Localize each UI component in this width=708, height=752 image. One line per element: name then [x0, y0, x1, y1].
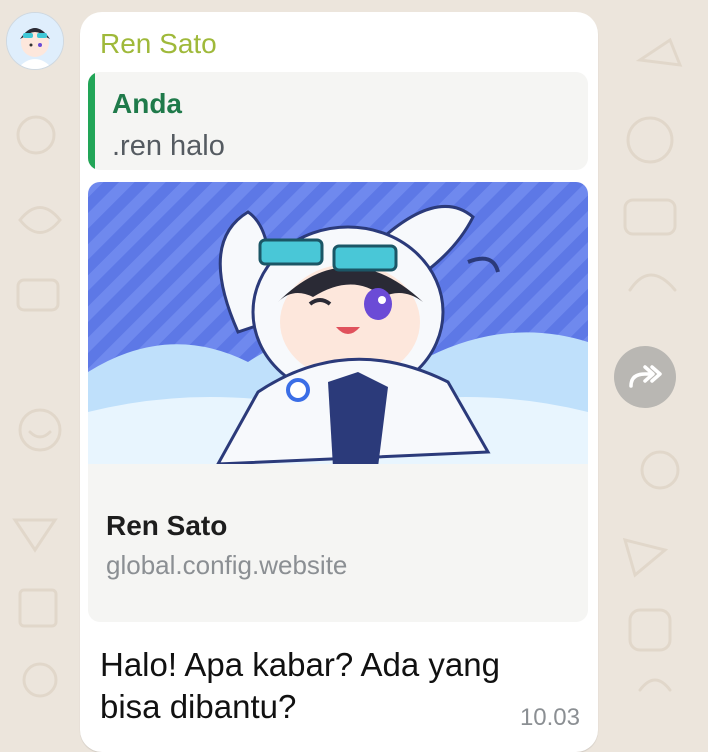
avatar-image	[7, 13, 63, 69]
avatar[interactable]	[6, 12, 64, 70]
link-preview-domain: global.config.website	[106, 550, 348, 580]
quote-bar	[88, 72, 95, 170]
quoted-author: Anda	[112, 88, 182, 119]
link-preview[interactable]: Ren Sato global.config.website	[88, 182, 588, 622]
link-preview-title: Ren Sato	[106, 510, 228, 541]
forward-button[interactable]	[614, 346, 676, 408]
link-preview-image	[88, 182, 588, 464]
quoted-message[interactable]: Anda .ren halo	[88, 72, 588, 170]
message-timestamp: 10.03	[519, 704, 580, 731]
forward-icon	[629, 365, 662, 388]
message-text: Halo! Apa kabar? Ada yang bisa dibantu?	[100, 646, 500, 725]
sender-name[interactable]: Ren Sato	[100, 28, 217, 60]
message-bubble[interactable]: Ren Sato Anda .ren halo Ren Sato global.…	[80, 12, 598, 752]
quoted-text: .ren halo	[112, 130, 225, 162]
